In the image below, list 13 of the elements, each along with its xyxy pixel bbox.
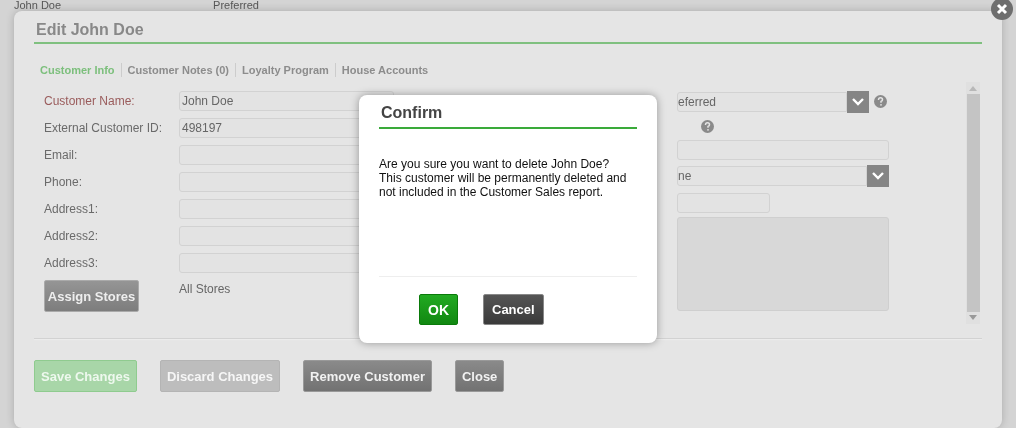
dialog-title: Edit John Doe <box>34 19 982 44</box>
customer-name-text: John Doe <box>14 0 62 11</box>
field-label: Customer Name: <box>44 93 136 108</box>
field-label: Phone: <box>44 174 84 189</box>
field-label: Email: <box>44 147 79 162</box>
field-label: External Customer ID: <box>44 120 164 135</box>
confirm-message: Are you sure you want to delete John Doe? This customer will be permanently deleted and not included in the Customer Sales report. <box>379 157 628 199</box>
confirm-title: Confirm <box>379 103 637 129</box>
stores-text: All Stores <box>179 282 231 296</box>
field-label: Address3: <box>44 255 100 270</box>
field-label: Address2: <box>44 228 100 243</box>
customer-tier-text: Preferred <box>213 0 259 11</box>
field-label: Address1: <box>44 201 100 216</box>
